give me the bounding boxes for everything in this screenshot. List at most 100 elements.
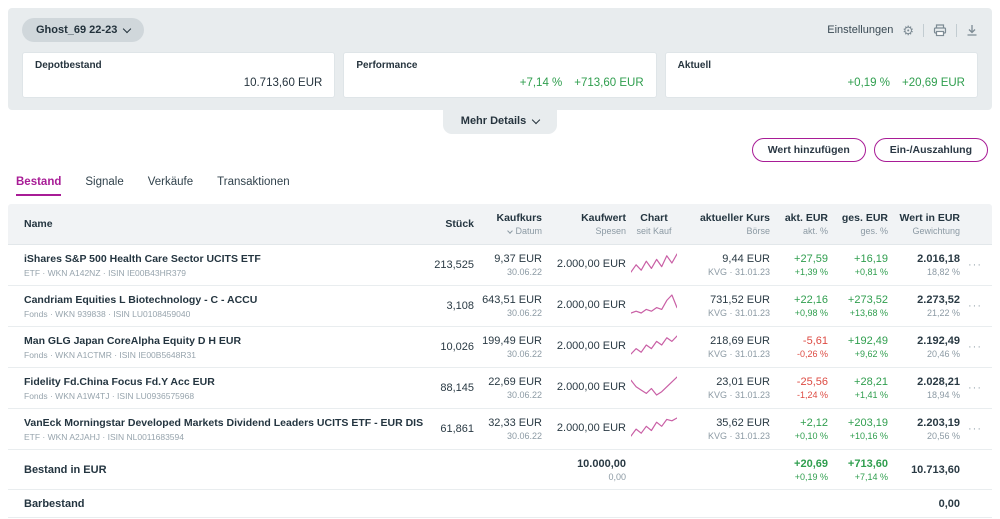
table-row[interactable]: Candriam Equities L Biotechnology - C - … — [8, 286, 992, 327]
tab-verkaeufe[interactable]: Verkäufe — [148, 176, 193, 196]
fund-meta: Fonds · WKN 939838 · ISIN LU0108459040 — [24, 309, 424, 319]
kauf-datum: 30.06.22 — [474, 349, 542, 359]
kauf-datum: 30.06.22 — [474, 308, 542, 318]
kauf-datum: 30.06.22 — [474, 431, 542, 441]
column-header-kaufwert[interactable]: KaufwertSpesen — [542, 212, 626, 236]
depotbestand-value: 10.713,60 EUR — [244, 77, 323, 89]
chevron-down-icon — [532, 115, 540, 123]
row-menu-button[interactable]: ··· — [960, 341, 982, 353]
ges-eur-value: +16,19 — [828, 253, 888, 265]
settings-button[interactable]: ⚙ — [902, 24, 914, 37]
card-label: Aktuell — [678, 60, 965, 71]
performance-value: +713,60 EUR — [574, 77, 643, 89]
akt-eur-value: -5,61 — [770, 335, 828, 347]
table-row[interactable]: VanEck Morningstar Developed Markets Div… — [8, 409, 992, 450]
kaufkurs-value: 32,33 EUR — [474, 417, 542, 429]
kaufkurs-value: 199,49 EUR — [474, 335, 542, 347]
ges-pct-value: +13,68 % — [828, 308, 888, 318]
fund-name[interactable]: Candriam Equities L Biotechnology - C - … — [24, 294, 424, 306]
column-header-stueck[interactable]: Stück — [424, 218, 474, 230]
kaufkurs-value: 9,37 EUR — [474, 253, 542, 265]
akt-eur-value: +27,59 — [770, 253, 828, 265]
portfolio-page: Ghost_69 22-23 Einstellungen ⚙ — [0, 0, 1000, 519]
gewichtung-value: 21,22 % — [888, 308, 960, 318]
sparkline-chart — [631, 416, 677, 438]
summary-wert: 10.713,60 — [888, 464, 960, 476]
aktuell-value: +20,69 EUR — [902, 77, 965, 89]
row-menu-button[interactable]: ··· — [960, 382, 982, 394]
row-menu-button[interactable]: ··· — [960, 259, 982, 271]
column-header-akt[interactable]: akt. EURakt. % — [770, 212, 828, 236]
column-header-wert[interactable]: Wert in EURGewichtung — [888, 212, 960, 236]
wert-value: 2.016,18 — [888, 253, 960, 265]
fund-name[interactable]: iShares S&P 500 Health Care Sector UCITS… — [24, 253, 424, 265]
summary-ges-eur: +713,60 — [828, 458, 888, 470]
ges-eur-value: +28,21 — [828, 376, 888, 388]
fund-name[interactable]: Fidelity Fd.China Focus Fd.Y Acc EUR — [24, 376, 424, 388]
fund-name[interactable]: VanEck Morningstar Developed Markets Div… — [24, 417, 424, 429]
stueck-value: 10,026 — [424, 341, 474, 353]
fund-meta: ETF · WKN A142NZ · ISIN IE00B43HR379 — [24, 268, 424, 278]
gewichtung-value: 18,94 % — [888, 390, 960, 400]
download-button[interactable] — [966, 24, 978, 36]
table-row[interactable]: iShares S&P 500 Health Care Sector UCITS… — [8, 245, 992, 286]
kurs-value: 9,44 EUR — [682, 253, 770, 265]
stueck-value: 213,525 — [424, 259, 474, 271]
ges-pct-value: +9,62 % — [828, 349, 888, 359]
add-value-button[interactable]: Wert hinzufügen — [752, 138, 866, 162]
summary-row-barbestand: Barbestand 0,00 — [8, 490, 992, 518]
ges-pct-value: +0,81 % — [828, 267, 888, 277]
sort-chevron-icon — [508, 228, 514, 234]
summary-spesen: 0,00 — [542, 472, 626, 482]
ges-eur-value: +273,52 — [828, 294, 888, 306]
akt-pct-value: -1,24 % — [770, 390, 828, 400]
sparkline-chart — [631, 252, 677, 274]
portfolio-selector[interactable]: Ghost_69 22-23 — [22, 18, 144, 42]
kaufwert-value: 2.000,00 EUR — [542, 381, 626, 393]
akt-pct-value: +0,98 % — [770, 308, 828, 318]
row-menu-button[interactable]: ··· — [960, 300, 982, 312]
portfolio-name: Ghost_69 22-23 — [36, 24, 117, 36]
tab-signale[interactable]: Signale — [85, 176, 123, 196]
akt-pct-value: -0,26 % — [770, 349, 828, 359]
gewichtung-value: 20,56 % — [888, 431, 960, 441]
summary-wert: 0,00 — [888, 498, 960, 510]
ges-eur-value: +192,49 — [828, 335, 888, 347]
performance-percent: +7,14 % — [520, 77, 563, 89]
column-header-ges[interactable]: ges. EURges. % — [828, 212, 888, 236]
download-icon — [966, 24, 978, 36]
kurs-source: KVG · 31.01.23 — [682, 267, 770, 277]
column-header-kurs[interactable]: aktueller KursBörse — [682, 212, 770, 236]
portfolio-header-panel: Ghost_69 22-23 Einstellungen ⚙ — [8, 8, 992, 110]
kurs-value: 218,69 EUR — [682, 335, 770, 347]
sparkline-chart — [631, 375, 677, 397]
stueck-value: 61,861 — [424, 423, 474, 435]
more-details-button[interactable]: Mehr Details — [443, 110, 557, 134]
gear-icon: ⚙ — [902, 24, 914, 37]
deposit-withdrawal-button[interactable]: Ein-/Auszahlung — [874, 138, 988, 162]
aktuell-card: Aktuell +0,19 % +20,69 EUR — [665, 52, 978, 98]
kauf-datum: 30.06.22 — [474, 267, 542, 277]
stueck-value: 88,145 — [424, 382, 474, 394]
wert-value: 2.203,19 — [888, 417, 960, 429]
table-row[interactable]: Fidelity Fd.China Focus Fd.Y Acc EUR Fon… — [8, 368, 992, 409]
kauf-datum: 30.06.22 — [474, 390, 542, 400]
print-button[interactable] — [933, 24, 947, 37]
fund-meta: ETF · WKN A2JAHJ · ISIN NL0011683594 — [24, 432, 424, 442]
row-menu-button[interactable]: ··· — [960, 423, 982, 435]
column-header-kaufkurs[interactable]: Kaufkurs Datum — [474, 212, 542, 236]
akt-eur-value: +22,16 — [770, 294, 828, 306]
kaufwert-value: 2.000,00 EUR — [542, 299, 626, 311]
divider — [923, 24, 924, 37]
kaufwert-value: 2.000,00 EUR — [542, 422, 626, 434]
sparkline-chart — [631, 293, 677, 315]
card-label: Performance — [356, 60, 643, 71]
column-header-chart: Chartseit Kauf — [626, 212, 682, 236]
tab-bestand[interactable]: Bestand — [16, 176, 61, 196]
tab-transaktionen[interactable]: Transaktionen — [217, 176, 289, 196]
kaufwert-value: 2.000,00 EUR — [542, 258, 626, 270]
akt-pct-value: +0,10 % — [770, 431, 828, 441]
fund-name[interactable]: Man GLG Japan CoreAlpha Equity D H EUR — [24, 335, 424, 347]
column-header-name[interactable]: Name — [24, 218, 424, 230]
table-row[interactable]: Man GLG Japan CoreAlpha Equity D H EUR F… — [8, 327, 992, 368]
